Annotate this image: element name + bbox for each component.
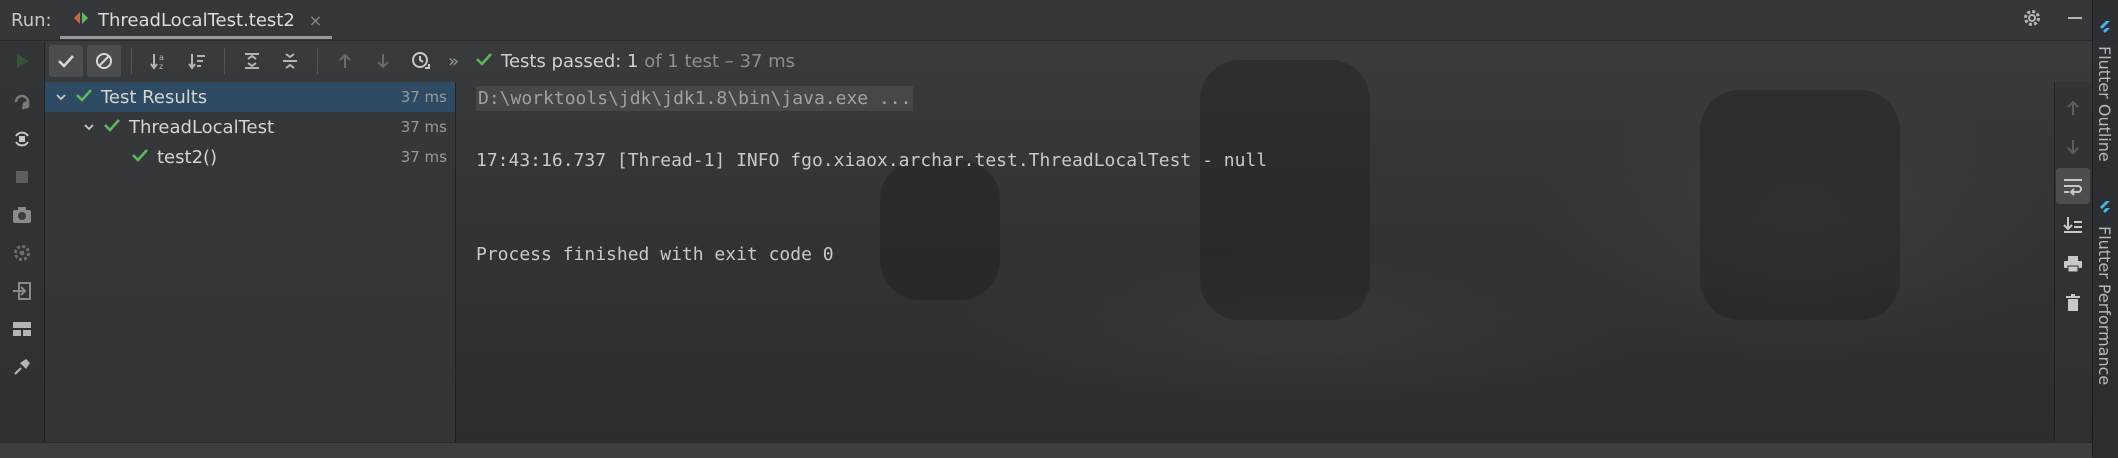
next-failed-icon[interactable] (366, 45, 400, 77)
console-exit-line: Process finished with exit code 0 (476, 244, 834, 265)
toolbar-divider (131, 48, 132, 74)
pin-icon[interactable] (0, 348, 44, 386)
bottom-toolbar-strip (0, 442, 2092, 458)
tree-label: Test Results (101, 86, 208, 108)
flutter-icon (2097, 20, 2113, 40)
side-tab-label: Flutter Outline (2095, 46, 2114, 162)
test-config-icon (72, 9, 90, 31)
print-icon[interactable] (2056, 246, 2090, 282)
tree-duration: 37 ms (400, 148, 447, 166)
run-label: Run: (11, 10, 52, 31)
up-arrow-icon[interactable] (2056, 90, 2090, 126)
left-gutter (0, 42, 45, 442)
exit-icon[interactable] (0, 272, 44, 310)
scroll-to-end-icon[interactable] (2056, 207, 2090, 243)
tree-duration: 37 ms (400, 88, 447, 106)
layout-icon[interactable] (0, 310, 44, 348)
chevron-down-icon[interactable] (81, 121, 97, 133)
flutter-icon (2097, 200, 2113, 220)
sort-alphabetically-icon[interactable]: az (142, 45, 176, 77)
toolbar-divider (224, 48, 225, 74)
down-arrow-icon[interactable] (2056, 129, 2090, 165)
more-actions-icon[interactable]: » (448, 51, 459, 72)
tree-label: test2() (157, 146, 218, 168)
stop-icon[interactable] (0, 158, 44, 196)
screenshot-icon[interactable] (0, 196, 44, 234)
expand-all-icon[interactable] (235, 45, 269, 77)
status-details: of 1 test – 37 ms (638, 50, 796, 72)
check-icon (475, 50, 493, 73)
right-tool-strip: Flutter Outline Flutter Performance (2092, 0, 2118, 457)
run-header: Run: ThreadLocalTest.test2 × (0, 0, 2118, 41)
chevron-down-icon[interactable] (53, 91, 69, 103)
test-tree: Test Results 37 ms ThreadLocalTest 37 ms… (45, 82, 456, 442)
tree-row-class[interactable]: ThreadLocalTest 37 ms (45, 112, 455, 142)
check-icon (75, 86, 93, 109)
test-toolbar: az » Tests passed: 1 of 1 test – 37 ms (17, 42, 2058, 80)
console-output[interactable]: D:\worktools\jdk\jdk1.8\bin\java.exe ...… (456, 82, 2054, 442)
show-passed-icon[interactable] (49, 45, 83, 77)
svg-text:z: z (159, 62, 163, 71)
gear-icon[interactable] (2022, 8, 2042, 32)
show-ignored-icon[interactable] (87, 45, 121, 77)
soft-wrap-icon[interactable] (2056, 168, 2090, 204)
check-icon (131, 146, 149, 169)
console-log-line: 17:43:16.737 [Thread-1] INFO fgo.xiaox.a… (476, 150, 1268, 171)
toolbar-divider (317, 48, 318, 74)
collapse-all-icon[interactable] (273, 45, 307, 77)
rerun-failed-icon[interactable] (0, 82, 44, 120)
settings-icon[interactable] (0, 234, 44, 272)
tab-flutter-performance[interactable]: Flutter Performance (2095, 200, 2114, 385)
toggle-auto-test-icon[interactable] (0, 120, 44, 158)
status-passed: Tests passed: 1 (501, 50, 639, 72)
sort-by-duration-icon[interactable] (180, 45, 214, 77)
console-tools (2054, 82, 2091, 442)
minimize-icon[interactable] (2066, 9, 2084, 31)
trash-icon[interactable] (2056, 285, 2090, 321)
close-tab-icon[interactable]: × (309, 11, 322, 30)
tree-label: ThreadLocalTest (129, 116, 275, 138)
tree-row-test-results[interactable]: Test Results 37 ms (45, 82, 455, 112)
tree-duration: 37 ms (400, 118, 447, 136)
run-tab-title: ThreadLocalTest.test2 (98, 9, 295, 31)
tab-flutter-outline[interactable]: Flutter Outline (2095, 20, 2114, 162)
active-tab-indicator (60, 36, 332, 39)
tree-row-method[interactable]: test2() 37 ms (45, 142, 455, 172)
side-tab-label: Flutter Performance (2095, 226, 2114, 386)
test-status: Tests passed: 1 of 1 test – 37 ms (475, 50, 795, 73)
run-tab[interactable]: ThreadLocalTest.test2 × (60, 0, 334, 40)
previous-failed-icon[interactable] (328, 45, 362, 77)
test-history-icon[interactable] (404, 45, 438, 77)
check-icon (103, 116, 121, 139)
svg-text:a: a (159, 53, 164, 62)
console-command-line[interactable]: D:\worktools\jdk\jdk1.8\bin\java.exe ... (476, 86, 914, 111)
